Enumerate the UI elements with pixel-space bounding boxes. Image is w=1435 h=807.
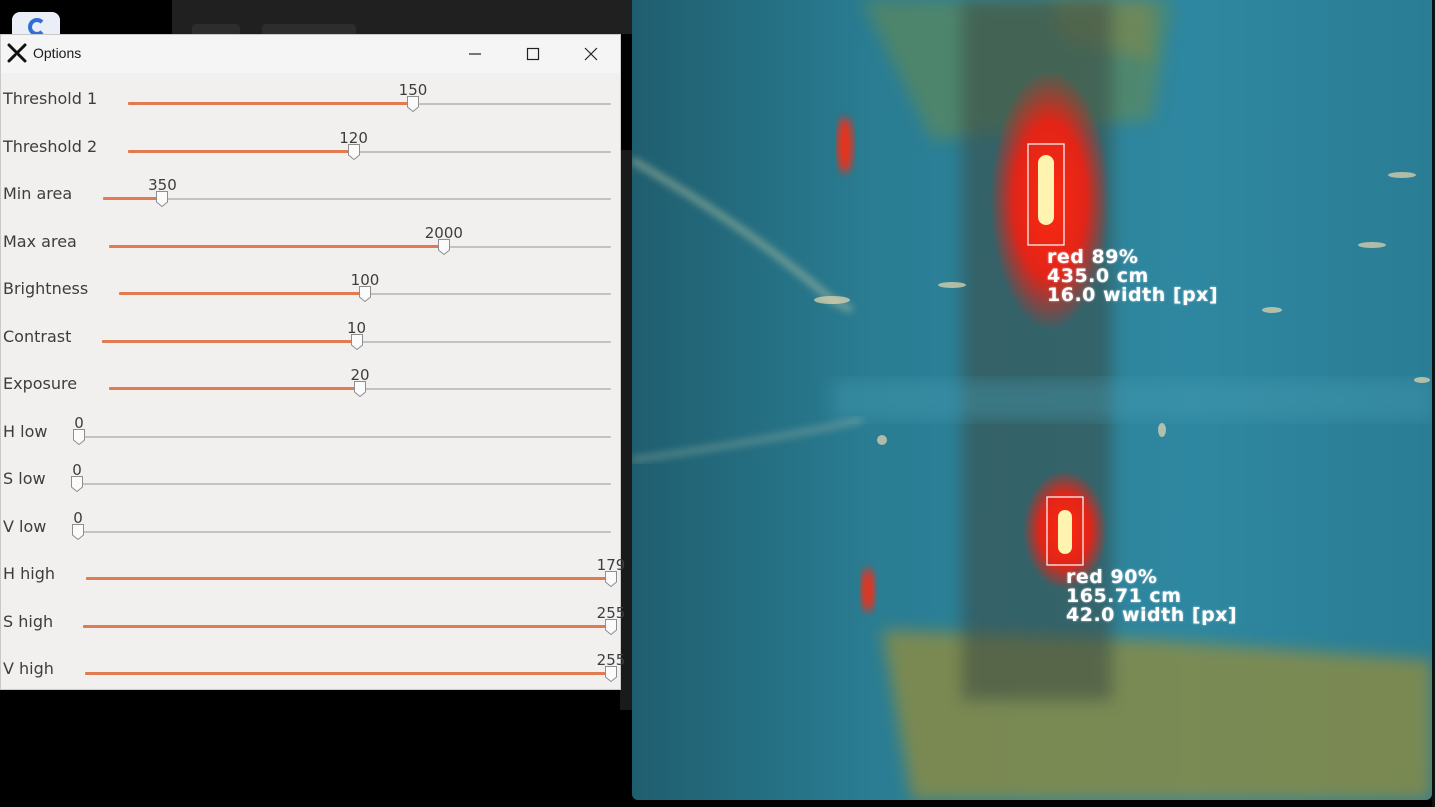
slider-label: Max area	[3, 231, 77, 251]
slider-row: S low 0	[1, 453, 622, 500]
slider-track[interactable]	[103, 197, 611, 200]
slider-value: 0	[73, 508, 83, 527]
slider-label: S low	[3, 469, 46, 488]
slider-track[interactable]	[86, 577, 611, 580]
slider-label: Threshold 1	[3, 89, 98, 108]
slider-row: Min area 350	[1, 168, 622, 215]
slider-label: Threshold 2	[3, 136, 98, 156]
options-window: Options Threshold 1 150 Threshold 2 120 Min …	[0, 34, 625, 690]
slider-value: 120	[339, 128, 368, 147]
slider-track[interactable]	[109, 244, 611, 248]
slider-track[interactable]	[128, 149, 611, 153]
slider-track[interactable]	[83, 624, 611, 628]
maximize-icon	[526, 47, 540, 61]
slider-track[interactable]	[85, 672, 611, 675]
detection-width: 42.0 width [px]	[1066, 604, 1238, 626]
title-bar[interactable]: Options	[1, 35, 620, 73]
slider-value: 10	[346, 318, 367, 337]
slider-fill	[128, 102, 413, 105]
slider-fill	[86, 577, 611, 580]
slider-label: V high	[3, 659, 54, 678]
camera-image	[632, 0, 1432, 800]
close-icon	[584, 47, 598, 61]
slider-fill	[83, 624, 611, 628]
slider-fill	[102, 339, 357, 343]
slider-fill	[85, 672, 611, 675]
slider-track[interactable]	[77, 483, 611, 485]
slider-value: 255	[596, 651, 626, 669]
slider-row: V low 0	[1, 501, 622, 548]
slider-value: 350	[148, 176, 177, 194]
slider-value: 20	[350, 366, 370, 384]
slider-row: V high 255	[1, 643, 625, 690]
slider-fill	[109, 387, 360, 390]
x-window-icon	[7, 43, 27, 63]
window-title: Options	[33, 45, 82, 61]
slider-row: Max area 2000	[1, 216, 622, 263]
slider-row: S high 255	[1, 596, 625, 643]
minimize-button[interactable]	[446, 35, 504, 73]
detection-label: red 90% 165.71 cm 42.0 width [px]	[1066, 568, 1237, 625]
slider-value: 2000	[424, 223, 463, 242]
detection-width: 16.0 width [px]	[1047, 284, 1219, 306]
slider-fill	[103, 197, 163, 200]
slider-row: Threshold 1 150	[1, 73, 622, 120]
slider-label: Contrast	[3, 326, 72, 346]
slider-label: H low	[3, 421, 48, 441]
slider-label: Min area	[3, 184, 73, 203]
slider-fill	[109, 244, 444, 248]
slider-row: H low 0	[1, 406, 622, 453]
minimize-icon	[469, 53, 481, 55]
slider-row: H high 179	[1, 548, 625, 595]
slider-value: 0	[72, 461, 82, 479]
slider-track[interactable]	[79, 435, 611, 438]
slider-label: Brightness	[3, 279, 89, 298]
close-button[interactable]	[562, 35, 620, 73]
slider-fill	[119, 292, 365, 295]
slider-value: 179	[596, 556, 626, 574]
slider-track[interactable]	[78, 530, 611, 533]
slider-fill	[128, 149, 354, 153]
app-logo-icon	[12, 12, 60, 36]
slider-row: Contrast 10	[1, 311, 622, 358]
camera-view: red 89% 435.0 cm 16.0 width [px] red 90%…	[632, 0, 1432, 800]
maximize-button[interactable]	[504, 35, 562, 73]
slider-value: 100	[350, 271, 380, 289]
slider-value: 255	[596, 603, 626, 622]
slider-value: 0	[74, 413, 84, 432]
slider-track[interactable]	[128, 102, 611, 105]
slider-row: Exposure 20	[1, 358, 622, 405]
slider-value: 150	[398, 81, 428, 99]
slider-label: V low	[3, 516, 47, 536]
detection-label: red 89% 435.0 cm 16.0 width [px]	[1047, 248, 1218, 305]
background-app-toolbar	[172, 0, 632, 36]
slider-row: Brightness 100	[1, 263, 622, 310]
slider-label: Exposure	[3, 374, 78, 393]
slider-label: H high	[3, 564, 55, 583]
slider-label: S high	[3, 611, 54, 631]
slider-row: Threshold 2 120	[1, 121, 622, 168]
